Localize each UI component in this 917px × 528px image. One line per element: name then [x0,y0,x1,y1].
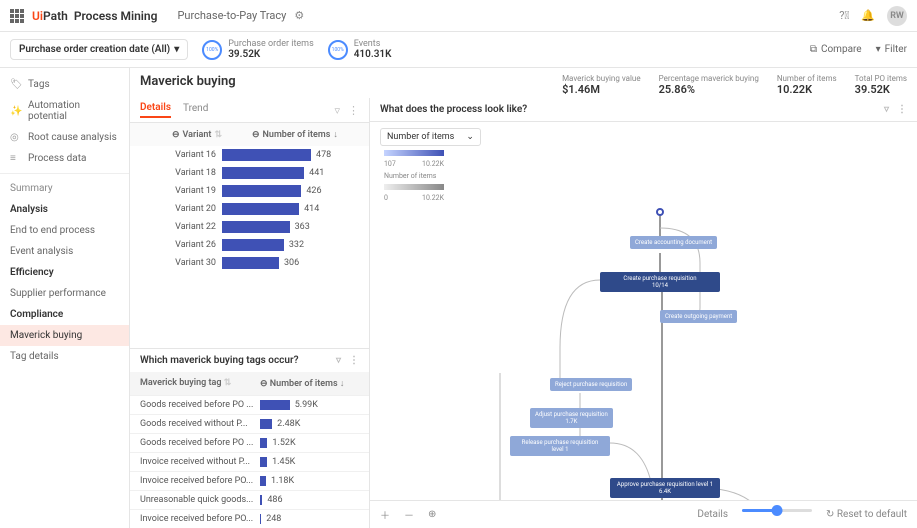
list-icon: ≡ [10,153,22,164]
sidebar-heading-efficiency[interactable]: Efficiency [0,262,129,283]
zoom-bar: ＋ － ⊕ Details ↻ Reset to default [370,500,917,528]
process-node[interactable]: Create purchase requisition10/14 [600,272,720,292]
variant-row[interactable]: Variant 30306 [130,254,369,272]
topbar: UiPath Process Mining Purchase-to-Pay Tr… [0,0,917,32]
settings-icon[interactable]: ⚙ [294,9,304,22]
variant-row[interactable]: Variant 19426 [130,182,369,200]
chevron-down-icon: ▾ [174,44,179,55]
ring-icon: 100% [328,40,348,60]
process-node[interactable]: Approve purchase requisition level 16.4K [610,478,720,498]
variant-row[interactable]: Variant 18441 [130,164,369,182]
filter-icon: ▾ [876,44,881,55]
tag-row[interactable]: Invoice received before PO...1.18K [130,471,369,490]
variant-row[interactable]: Variant 22363 [130,218,369,236]
process-node[interactable]: Adjust purchase requisition1.7K [530,408,613,428]
tags-chart: Goods received before PO ...5.99KGoods r… [130,395,369,528]
collapse-icon: ⊖ [252,130,260,140]
avatar[interactable]: RW [887,6,907,26]
target-icon: ◎ [10,132,22,143]
tag-row[interactable]: Unreasonable quick goods...486 [130,490,369,509]
tab-trend[interactable]: Trend [183,103,208,117]
compare-button[interactable]: ⧉Compare [810,44,862,55]
variant-chart: Variant 16478Variant 18441Variant 19426V… [130,146,369,348]
sidebar-item-event[interactable]: Event analysis [0,241,129,262]
collapse-icon: ⊖ [172,130,180,140]
thickness-legend-bar [384,184,444,190]
sidebar-item-automation[interactable]: ✨Automation potential [0,95,129,127]
product-name: Process Mining [74,9,158,23]
tags-panel-title: Which maverick buying tags occur? [140,355,299,366]
zoom-out-icon[interactable]: － [404,507,414,522]
process-graph[interactable]: Create accounting document Create purcha… [370,208,917,500]
variant-row[interactable]: Variant 20414 [130,200,369,218]
zoom-in-icon[interactable]: ＋ [380,507,390,522]
sidebar-heading-analysis[interactable]: Analysis [0,199,129,220]
sidebar-item-rootcause[interactable]: ◎Root cause analysis [0,127,129,148]
process-node[interactable]: Create accounting document [630,236,717,249]
kpi-pct: Percentage maverick buying25.86% [659,74,759,96]
details-label: Details [697,509,728,520]
breadcrumb[interactable]: Purchase-to-Pay Tracy [177,9,286,22]
tab-details[interactable]: Details [140,102,171,118]
color-legend-bar [384,150,444,156]
sidebar-item-maverick[interactable]: Maverick buying [0,325,129,346]
process-node[interactable]: Create outgoing payment [660,310,737,323]
process-panel-title: What does the process look like? [380,104,527,115]
filter-panel-icon[interactable]: ▿ [336,355,341,366]
detail-slider[interactable] [742,509,812,512]
variant-chart-header: ⊖Variant⇅ ⊖Number of items↓ [130,123,369,146]
kpi-items: Number of items10.22K [777,74,837,96]
sidebar-item-processdata[interactable]: ≡Process data [0,148,129,169]
process-node[interactable]: Release purchase requisition level 1 [510,436,610,456]
logo: UiPath [32,9,68,23]
kpi-total: Total PO items39.52K [855,74,907,96]
tag-row[interactable]: Invoice received before PO...248 [130,509,369,528]
variant-row[interactable]: Variant 26332 [130,236,369,254]
collapse-icon: ⊖ [260,379,268,389]
sidebar-heading-summary[interactable]: Summary [0,178,129,199]
chevron-down-icon: ⌄ [466,132,474,142]
filter-panel-icon[interactable]: ▿ [334,104,340,117]
menu-icon[interactable]: ⋮ [897,104,907,115]
help-icon[interactable]: ?⃝ [839,9,849,22]
metric-dropdown[interactable]: Number of items⌄ [380,128,481,146]
kpi-value: Maverick buying value$1.46M [562,74,641,96]
filter-button[interactable]: ▾Filter [876,44,907,55]
menu-icon[interactable]: ⋮ [349,355,359,366]
metric-po-items: 100% Purchase order items39.52K [202,39,314,60]
compare-icon: ⧉ [810,44,817,55]
page-title: Maverick buying [140,74,236,89]
sidebar-item-tagdetails[interactable]: Tag details [0,346,129,367]
sidebar-heading-compliance[interactable]: Compliance [0,304,129,325]
ring-icon: 100% [202,40,222,60]
sidebar-item-supplier[interactable]: Supplier performance [0,283,129,304]
app-launcher-icon[interactable] [10,9,24,23]
metric-events: 100% Events410.31K [328,39,392,60]
sidebar-item-e2e[interactable]: End to end process [0,220,129,241]
col-tag-count[interactable]: ⊖ Number of items ↓ [260,378,344,389]
bell-icon[interactable]: 🔔 [861,9,875,22]
filterbar: Purchase order creation date (All)▾ 100%… [0,32,917,68]
tag-row[interactable]: Goods received before PO ...5.99K [130,395,369,414]
sidebar: 🏷Tags ✨Automation potential ◎Root cause … [0,68,130,528]
tag-row[interactable]: Goods received before PO ...1.52K [130,433,369,452]
col-variant[interactable]: ⊖Variant⇅ [140,129,222,140]
col-count[interactable]: ⊖Number of items↓ [252,129,338,140]
sparkle-icon: ✨ [10,106,22,117]
reset-button[interactable]: ↻ Reset to default [826,509,907,520]
col-tag[interactable]: Maverick buying tag ⇅ [140,378,260,389]
process-start-node[interactable] [656,208,664,216]
menu-icon[interactable]: ⋮ [348,104,359,117]
tag-row[interactable]: Goods received without P...2.48K [130,414,369,433]
process-node[interactable]: Reject purchase requisition [550,378,632,391]
date-filter-pill[interactable]: Purchase order creation date (All)▾ [10,39,188,60]
variant-row[interactable]: Variant 16478 [130,146,369,164]
filter-panel-icon[interactable]: ▿ [884,104,889,115]
sidebar-item-tags[interactable]: 🏷Tags [0,74,129,95]
tag-row[interactable]: Invoice received without P...1.45K [130,452,369,471]
tag-icon: 🏷 [10,79,22,90]
fit-icon[interactable]: ⊕ [428,509,436,520]
